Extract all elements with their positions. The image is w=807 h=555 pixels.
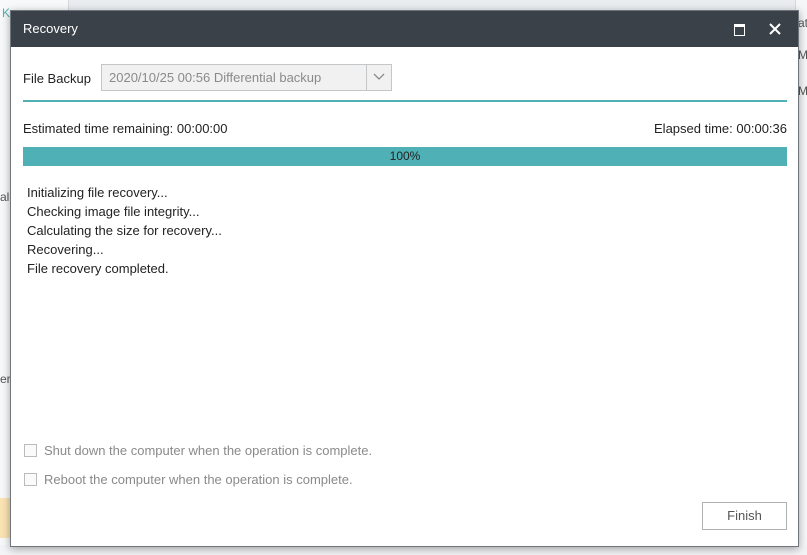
progress-bar: 100% [23, 147, 787, 166]
window-title: Recovery [23, 21, 78, 36]
log-line: File recovery completed. [27, 261, 169, 276]
log-line: Checking image file integrity... [27, 204, 200, 219]
finish-button[interactable]: Finish [702, 502, 787, 530]
background-warning-strip [0, 498, 10, 538]
chevron-down-icon [373, 73, 385, 80]
shutdown-checkbox[interactable] [24, 444, 37, 457]
recovery-log: Initializing file recovery... Checking i… [27, 183, 222, 278]
maximize-icon [734, 24, 745, 36]
log-line: Recovering... [27, 242, 104, 257]
file-backup-selected-value: 2020/10/25 00:56 Differential backup [109, 70, 322, 85]
progress-percent: 100% [389, 149, 421, 163]
background-fragment: K [2, 6, 11, 20]
maximize-button[interactable] [729, 19, 749, 39]
estimated-time-remaining: Estimated time remaining: 00:00:00 [23, 121, 228, 136]
file-backup-row: File Backup 2020/10/25 00:56 Differentia… [23, 63, 787, 93]
background-fragment: ati [798, 16, 807, 30]
title-bar[interactable]: Recovery [11, 11, 798, 47]
recovery-dialog: Recovery File Backup 2020/10/25 00:56 Di… [10, 10, 799, 547]
log-line: Calculating the size for recovery... [27, 223, 222, 238]
file-backup-select[interactable]: 2020/10/25 00:56 Differential backup [101, 64, 392, 91]
close-button[interactable] [765, 19, 785, 39]
background-fragment: My [798, 84, 807, 98]
log-line: Initializing file recovery... [27, 185, 168, 200]
file-backup-label: File Backup [23, 71, 91, 86]
background-fragment: al [0, 190, 10, 204]
reboot-label: Reboot the computer when the operation i… [44, 472, 353, 487]
shutdown-label: Shut down the computer when the operatio… [44, 443, 373, 458]
section-divider [23, 100, 787, 102]
elapsed-time: Elapsed time: 00:00:36 [654, 121, 787, 136]
close-icon [769, 23, 781, 35]
background-fragment: My [798, 48, 807, 62]
reboot-checkbox[interactable] [24, 473, 37, 486]
dropdown-arrow[interactable] [366, 65, 391, 90]
